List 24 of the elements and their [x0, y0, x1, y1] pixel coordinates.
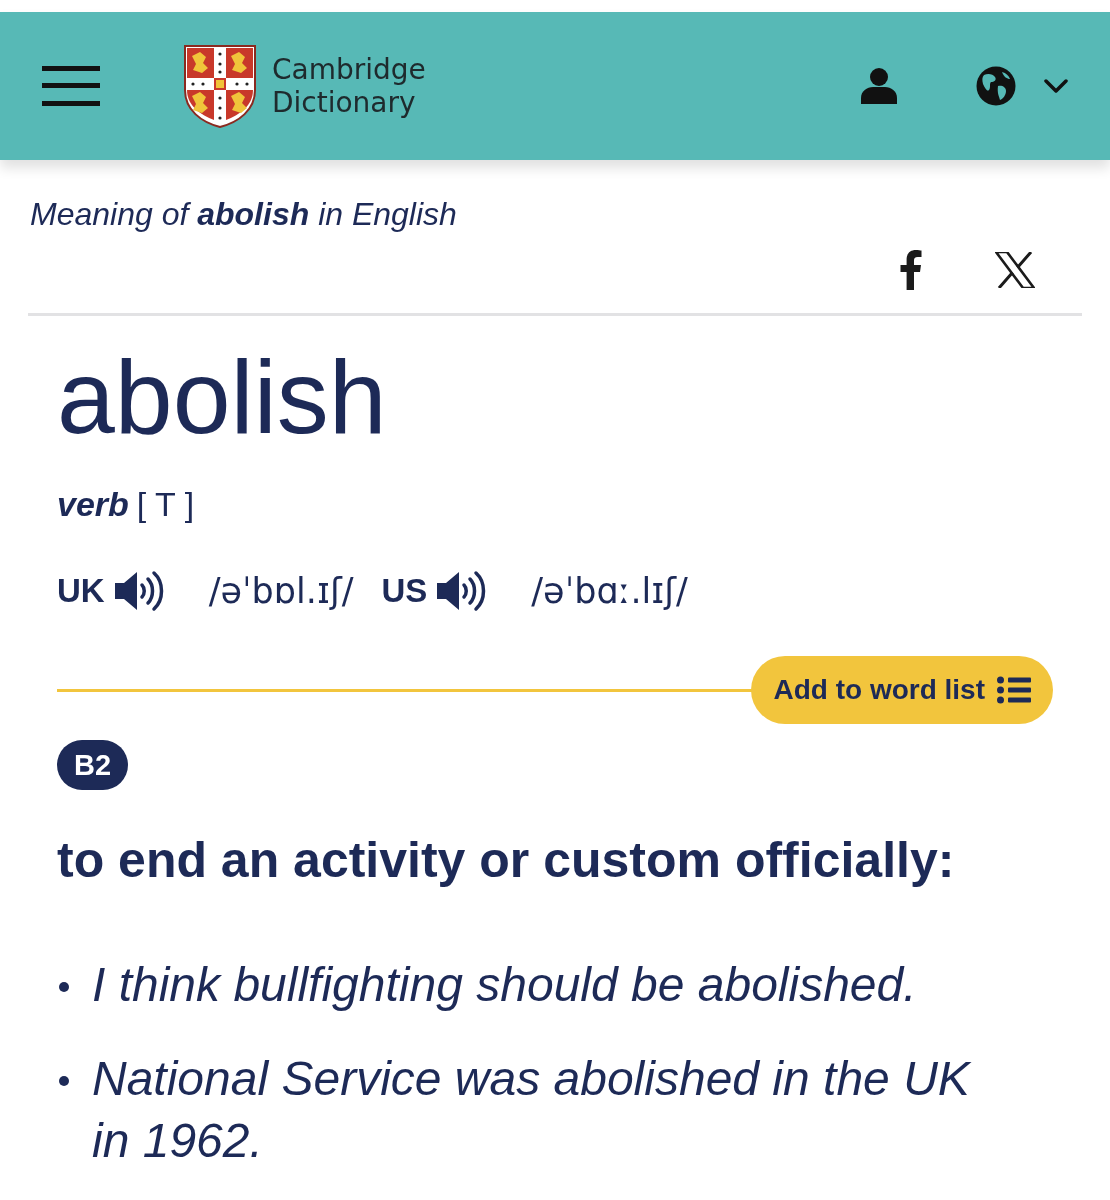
level-badge: B2: [57, 740, 129, 790]
region-label: US: [381, 572, 428, 610]
add-to-word-list-button[interactable]: Add to word list: [751, 656, 1053, 724]
grammar-code: [ T ]: [136, 485, 195, 523]
brand-name[interactable]: Cambridge Dictionary: [272, 53, 442, 119]
bullet-icon: [59, 1076, 69, 1086]
pronunciation-text: /əˈbɑː.lɪʃ/: [531, 571, 688, 611]
f-logo-icon[interactable]: [900, 250, 922, 290]
headword: abolish: [57, 338, 388, 456]
example-sentence: National Service was abolished in the UK in 1962.: [92, 1051, 972, 1169]
entry-heading: Meaning of abolish in English: [29, 195, 458, 234]
x-logo-icon[interactable]: [995, 252, 1035, 288]
menu-icon[interactable]: [42, 66, 100, 106]
part-of-speech: verb: [57, 485, 129, 523]
bullet-icon: [59, 982, 69, 992]
example-sentence: I think bullfighting should be abolished.: [92, 957, 918, 1013]
chevron-down-icon[interactable]: [1044, 79, 1068, 93]
user-icon[interactable]: [861, 68, 897, 104]
definition-text: to end an activity or custom officially:: [57, 831, 956, 890]
globe-icon[interactable]: [976, 66, 1016, 106]
region-label: UK: [57, 572, 105, 610]
list-icon: [997, 676, 1031, 704]
pronunciation-text: /əˈbɒl.ɪʃ/: [208, 571, 354, 611]
shield-logo-icon[interactable]: [183, 44, 257, 128]
